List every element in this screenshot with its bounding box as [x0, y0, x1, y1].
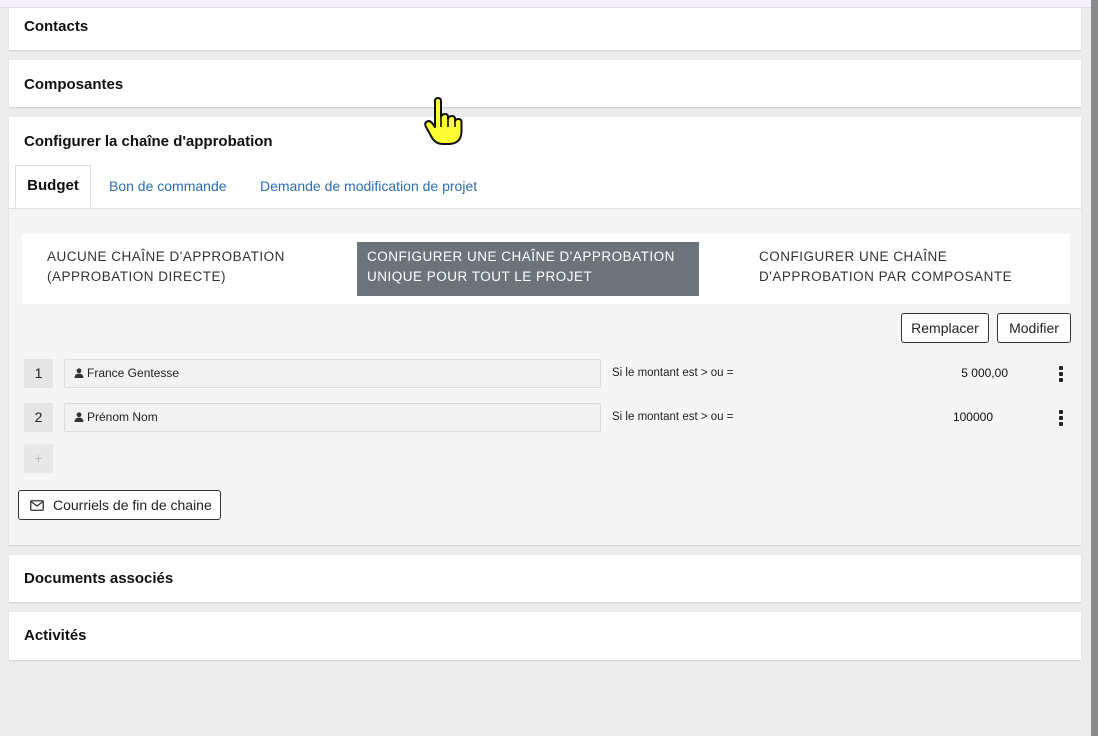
- approver-step-number: 2: [24, 403, 53, 432]
- approver-amount: 5 000,00: [961, 366, 1008, 380]
- vertical-scrollbar[interactable]: [1091, 0, 1098, 736]
- section-activites[interactable]: Activités: [9, 612, 1081, 660]
- add-approver-button[interactable]: +: [24, 444, 53, 473]
- approver-field[interactable]: France Gentesse: [64, 359, 601, 388]
- user-icon: [74, 412, 84, 422]
- approver-field[interactable]: Prénom Nom: [64, 403, 601, 432]
- end-of-chain-emails-label: Courriels de fin de chaine: [53, 497, 212, 513]
- section-documents[interactable]: Documents associés: [9, 555, 1081, 602]
- approval-chain-header: Configurer la chaîne d'approbation Budge…: [9, 117, 1081, 209]
- pointer-hand-icon: [424, 97, 463, 145]
- mail-icon: [30, 500, 44, 511]
- approver-name: France Gentesse: [87, 366, 180, 380]
- section-contacts[interactable]: Contacts: [9, 8, 1081, 50]
- more-vertical-icon[interactable]: [1054, 359, 1068, 388]
- section-title-approval-chain: Configurer la chaîne d'approbation: [24, 133, 273, 150]
- top-border: [0, 0, 1098, 8]
- replace-button[interactable]: Remplacer: [901, 313, 989, 343]
- section-approval-chain: Configurer la chaîne d'approbation Budge…: [9, 117, 1081, 545]
- section-title-documents: Documents associés: [24, 570, 174, 587]
- tab-bon-de-commande[interactable]: Bon de commande: [109, 165, 227, 208]
- section-title-composantes: Composantes: [24, 76, 124, 93]
- more-vertical-icon[interactable]: [1054, 403, 1068, 432]
- mode-per-component[interactable]: CONFIGURER UNE CHAÎNE D'APPROBATION PAR …: [759, 247, 1049, 287]
- tab-demande-modification[interactable]: Demande de modification de projet: [260, 165, 477, 208]
- approver-step-number: 1: [24, 359, 53, 388]
- approval-mode-selector: AUCUNE CHAÎNE D'APPROBATION (APPROBATION…: [22, 234, 1070, 304]
- section-title-contacts: Contacts: [24, 18, 89, 35]
- mode-no-chain[interactable]: AUCUNE CHAÎNE D'APPROBATION (APPROBATION…: [47, 247, 337, 287]
- user-icon: [74, 368, 84, 378]
- approver-condition: Si le montant est > ou =: [612, 367, 734, 379]
- end-of-chain-emails-button[interactable]: Courriels de fin de chaine: [18, 490, 221, 520]
- modify-button[interactable]: Modifier: [997, 313, 1071, 343]
- approver-amount: 100000: [952, 410, 993, 424]
- section-composantes[interactable]: Composantes: [9, 60, 1081, 107]
- mode-single-chain[interactable]: CONFIGURER UNE CHAÎNE D'APPROBATION UNIQ…: [357, 242, 699, 296]
- section-title-activites: Activités: [24, 627, 87, 644]
- approver-row: 2 Prénom Nom Si le montant est > ou = 10…: [9, 403, 1081, 432]
- approver-row: 1 France Gentesse Si le montant est > ou…: [9, 359, 1081, 388]
- approver-name: Prénom Nom: [87, 410, 158, 424]
- tab-budget[interactable]: Budget: [15, 165, 91, 208]
- approver-condition: Si le montant est > ou =: [612, 411, 734, 423]
